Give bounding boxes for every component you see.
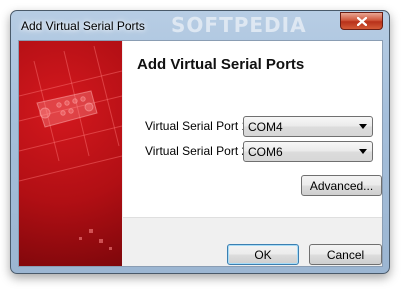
side-banner — [19, 41, 122, 266]
chevron-down-icon — [359, 149, 367, 154]
footer-separator — [123, 217, 382, 218]
close-icon — [356, 16, 367, 26]
cancel-button[interactable]: Cancel — [309, 244, 382, 265]
port1-select[interactable]: COM4 — [243, 116, 373, 137]
port2-select[interactable]: COM6 — [243, 141, 373, 162]
port1-value: COM4 — [248, 120, 283, 134]
serial-port-connector-icon — [19, 45, 122, 250]
port2-label: Virtual Serial Port 2: — [145, 144, 252, 158]
title-bar[interactable]: Add Virtual Serial Ports SOFTPEDIA — [11, 11, 389, 39]
advanced-button[interactable]: Advanced... — [301, 175, 382, 196]
close-button[interactable] — [340, 12, 383, 30]
window-title: Add Virtual Serial Ports — [21, 19, 145, 33]
port1-label: Virtual Serial Port 1: — [145, 119, 252, 133]
ok-button[interactable]: OK — [227, 244, 299, 265]
dialog-heading: Add Virtual Serial Ports — [137, 56, 305, 73]
dialog-client-area: Add Virtual Serial Ports Virtual Serial … — [18, 40, 383, 267]
dialog-window: Add Virtual Serial Ports SOFTPEDIA Add V… — [10, 10, 390, 274]
dialog-content: Add Virtual Serial Ports Virtual Serial … — [123, 41, 382, 218]
port2-value: COM6 — [248, 145, 283, 159]
watermark: SOFTPEDIA — [171, 13, 307, 37]
chevron-down-icon — [359, 124, 367, 129]
